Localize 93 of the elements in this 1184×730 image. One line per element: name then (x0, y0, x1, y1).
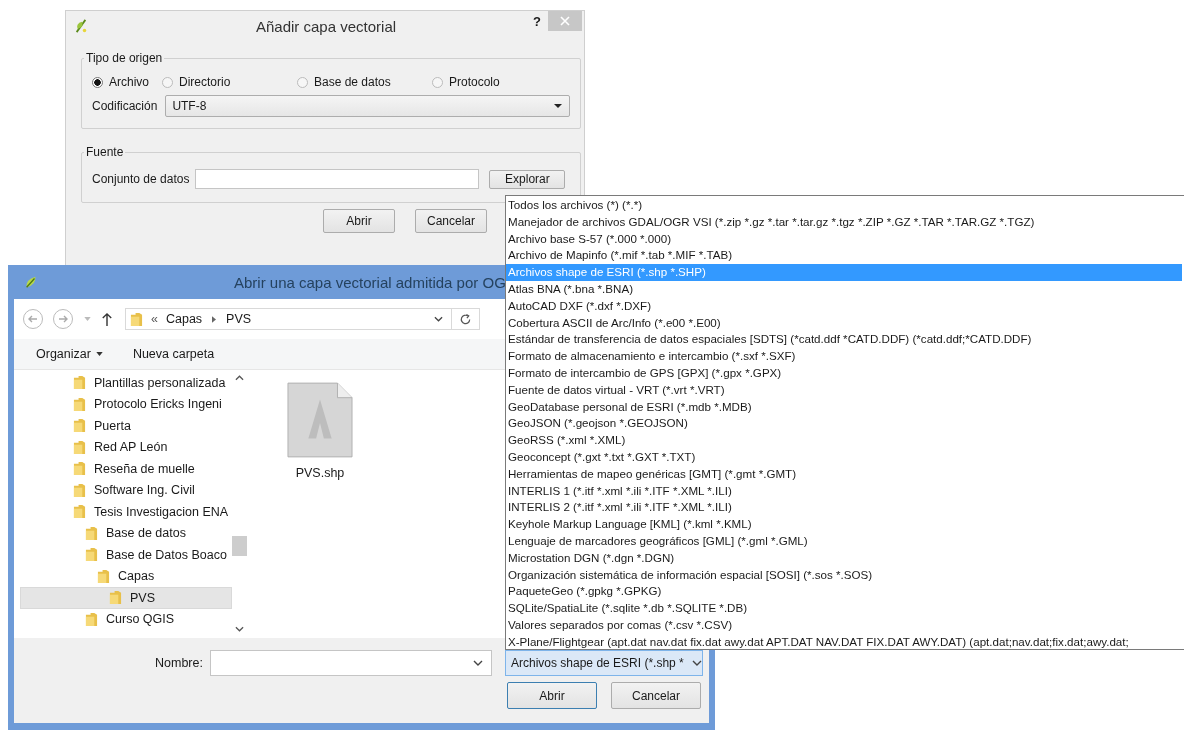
dropdown-option[interactable]: Formato de almacenamiento e intercambio (*.sxf *.SXF) (506, 348, 796, 365)
breadcrumb[interactable]: Capas (165, 312, 203, 326)
dropdown-option[interactable]: Archivo de Mapinfo (*.mif *.tab *.MIF *.TAB) (506, 247, 732, 265)
dropdown-option[interactable]: Archivo base S-57 (*.000 *.000) (506, 230, 672, 248)
folder-icon (73, 461, 86, 477)
caret-icon (691, 660, 702, 666)
dropdown-option[interactable]: Valores separados por comas (*.csv *.CSV) (506, 616, 733, 634)
dropdown-option[interactable]: Lenguaje de marcadores geográficos [GML] (*.gml *.GML) (506, 532, 808, 550)
dropdown-option[interactable]: GeoJSON (*.geojson *.GEOJSON) (506, 415, 688, 433)
address-bar[interactable]: « Capas PVS (125, 308, 480, 330)
folder-icon (97, 568, 110, 584)
encoding-dropdown[interactable]: UTF-8 (165, 95, 570, 117)
leaf-icon (74, 18, 88, 34)
window-title: Añadir capa vectorial (256, 18, 397, 35)
field-label: Conjunto de datos (92, 172, 190, 186)
tree-item[interactable]: Red AP León (20, 436, 232, 458)
tree-item[interactable]: Base de Datos Boaco (20, 544, 232, 566)
folder-icon (73, 396, 86, 412)
dropdown-option[interactable]: AutoCAD DXF (*.dxf *.DXF) (506, 297, 652, 315)
dropdown-option[interactable]: Atlas BNA (*.bna *.BNA) (506, 281, 633, 298)
folder-icon (73, 418, 86, 434)
folder-icon (85, 611, 98, 627)
tree-item[interactable]: Puerta (20, 415, 232, 437)
new-folder-button[interactable]: Nueva carpeta (132, 347, 215, 361)
dropdown-option[interactable]: Todos los archivos (*) (*.*) (506, 197, 642, 214)
file-name-field[interactable] (210, 650, 492, 676)
tree-item[interactable]: Base de datos (20, 522, 232, 544)
dialog-button[interactable]: Abrir (323, 209, 395, 233)
tree-item[interactable]: Software Ing. Civil (20, 479, 232, 501)
radio-option[interactable]: Archivo (92, 75, 162, 89)
tree-item[interactable]: PVS (20, 587, 232, 609)
window-title: Abrir una capa vectorial admitida por OG (234, 273, 506, 291)
scroll-up-icon[interactable] (235, 375, 244, 381)
tree-item[interactable]: Protocolo Ericks Ingeni (20, 393, 232, 415)
dataset-field[interactable] (195, 169, 480, 189)
dropdown-option[interactable]: Keyhole Markup Language [KML] (*.kml *.KML) (506, 516, 752, 533)
radio-option[interactable]: Base de datos (297, 75, 432, 89)
dropdown-option[interactable]: X-Plane/Flightgear (apt.dat nav.dat fix.dat awy.dat APT.DAT NAV.DAT FIX.DAT AWY.DAT) (apt.dat;nav.dat;fix.dat;awy.dat; (506, 633, 1129, 651)
field-label: Codificación (92, 99, 158, 113)
dropdown-option[interactable]: Formato de intercambio de GPS [GPX] (*.gpx *.GPX) (506, 364, 782, 382)
tree-item[interactable]: Tesis Investigacion ENA (20, 501, 232, 523)
folder-icon (85, 547, 98, 563)
scroll-thumb[interactable] (232, 536, 247, 556)
folder-icon (73, 375, 86, 391)
up-arrow-icon[interactable] (101, 311, 113, 327)
caret-icon[interactable] (95, 352, 103, 356)
organize-menu[interactable]: Organizar (36, 347, 91, 361)
folder-icon (73, 439, 86, 455)
chevron-icon[interactable] (212, 315, 217, 323)
dropdown-option[interactable]: Microstation DGN (*.dgn *.DGN) (506, 549, 675, 567)
help-button[interactable]: ? (533, 14, 541, 29)
breadcrumb[interactable]: PVS (226, 312, 252, 326)
dropdown-option[interactable]: INTERLIS 1 (*.itf *.xml *.ili *.ITF *.XML *.ILI) (506, 482, 732, 500)
folder-icon (85, 525, 98, 541)
dropdown-option[interactable]: PaqueteGeo (*.gpkg *.GPKG) (506, 583, 662, 601)
dropdown-option[interactable]: GeoDatabase personal de ESRI (*.mdb *.MDB) (506, 398, 752, 416)
tree-item[interactable]: Plantillas personalizada (20, 372, 232, 394)
dropdown-option[interactable]: Fuente de datos virtual - VRT (*.vrt *.VRT) (506, 381, 725, 399)
radio-option[interactable]: Directorio (162, 75, 297, 89)
group-label: Tipo de origen (85, 51, 164, 65)
folder-icon (109, 590, 122, 606)
dropdown-option[interactable]: Herramientas de mapeo genéricas [GMT] (*.gmt *.GMT) (506, 465, 796, 483)
dropdown-option[interactable]: INTERLIS 2 (*.itf *.xml *.ili *.ITF *.XML *.ILI) (506, 499, 732, 517)
document-icon (287, 382, 353, 458)
scroll-down-icon[interactable] (235, 626, 244, 632)
tree-item[interactable]: Capas (20, 565, 232, 587)
folder-icon (73, 482, 86, 498)
folder-icon (73, 504, 86, 520)
close-icon (560, 16, 570, 26)
file-type-dropdown[interactable]: Archivos shape de ESRI (*.shp * (505, 650, 703, 676)
tree-item[interactable]: Reseña de muelle (20, 458, 232, 480)
caret-icon (553, 103, 563, 109)
group-label: Fuente (85, 145, 125, 159)
file-item[interactable]: PVS.shp (275, 382, 365, 480)
browse-button[interactable]: Explorar (489, 169, 566, 189)
dropdown-option[interactable]: Estándar de transferencia de datos espaciales [SDTS] (*catd.ddf *CATD.DDF) (*catd.ddf;*CATD.DDF) (506, 331, 1032, 349)
dropdown-option[interactable]: SQLite/SpatiaLite (*.sqlite *.db *.SQLITE *.DB) (506, 600, 748, 617)
dialog-button[interactable]: Abrir (507, 682, 597, 709)
caret-icon[interactable] (434, 316, 443, 322)
dropdown-option[interactable]: Organización sistemática de información espacial [SOSI] (*.sos *.SOS) (506, 566, 873, 584)
dropdown-option[interactable]: Cobertura ASCII de Arc/Info (*.e00 *.E00) (506, 314, 721, 332)
dropdown-option[interactable]: GeoRSS (*.xml *.XML) (506, 432, 626, 449)
dropdown-option[interactable]: Manejador de archivos GDAL/OGR VSI (*.zip *.gz *.tar *.tar.gz *.tgz *.ZIP *.GZ *.TAR *.TAR.GZ *.TGZ) (506, 213, 1035, 231)
dialog-button[interactable]: Cancelar (611, 682, 701, 709)
tree-item[interactable]: Curso QGIS (20, 608, 232, 630)
breadcrumb-overflow[interactable]: « (151, 312, 158, 326)
dialog-button[interactable]: Cancelar (415, 209, 487, 233)
radio-option[interactable]: Protocolo (432, 75, 570, 89)
folder-icon (130, 311, 143, 327)
leaf-icon (24, 275, 38, 289)
field-label: Nombre: (155, 656, 204, 670)
dropdown-option[interactable]: Geoconcept (*.gxt *.txt *.GXT *.TXT) (506, 448, 696, 466)
caret-icon (473, 660, 483, 666)
